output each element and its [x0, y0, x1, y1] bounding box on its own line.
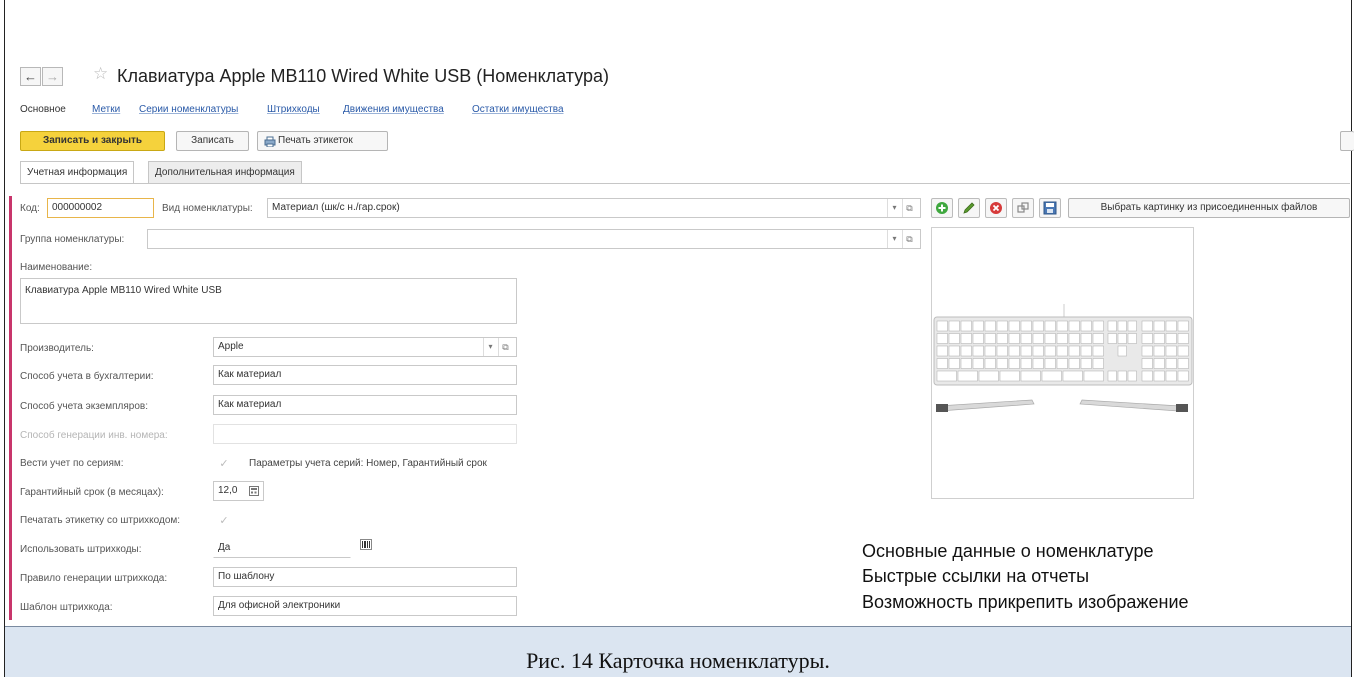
pick-picture-button[interactable]: Выбрать картинку из присоединенных файло…	[1068, 198, 1350, 218]
name-label: Наименование:	[20, 262, 93, 273]
warranty-value: 12,0	[218, 485, 238, 496]
barcode-icon[interactable]	[360, 539, 372, 550]
warranty-label: Гарантийный срок (в месяцах):	[20, 487, 164, 498]
series-params-text: Параметры учета серий: Номер, Гарантийны…	[249, 458, 487, 469]
figure-caption: Рис. 14 Карточка номенклатуры.	[526, 648, 830, 673]
delete-circle-icon	[990, 202, 1002, 214]
instances-label: Способ учета экземпляров:	[20, 401, 149, 412]
printer-icon	[264, 136, 276, 147]
kind-dropdown-icon[interactable]: ▾	[887, 199, 901, 217]
nav-link-tags[interactable]: Метки	[92, 104, 120, 115]
tab-accounting-info[interactable]: Учетная информация	[20, 161, 135, 183]
series-label: Вести учет по сериям:	[20, 458, 124, 469]
group-open-icon[interactable]: ⧉	[902, 230, 916, 248]
use-barcodes-field[interactable]: Да	[213, 538, 351, 558]
barcode-rule-label: Правило генерации штрихкода:	[20, 573, 168, 584]
tab-additional-info[interactable]: Дополнительная информация	[148, 161, 302, 183]
barcode-rule-field[interactable]: По шаблону	[213, 567, 517, 587]
keyboard-keys	[936, 320, 1189, 382]
group-field[interactable]	[147, 229, 921, 249]
tab-divider	[20, 183, 1350, 184]
delete-picture-button[interactable]	[985, 198, 1007, 218]
barcode-template-label: Шаблон штрихкода:	[20, 602, 113, 613]
manufacturer-open-icon[interactable]: ⧉	[498, 338, 512, 356]
link-icon	[1017, 202, 1029, 213]
series-checkbox[interactable]: ✓	[218, 458, 230, 470]
forward-arrow-icon: →	[46, 69, 59, 84]
kind-value: Материал (шк/с н./гар.срок)	[272, 202, 400, 213]
nav-link-series[interactable]: Серии номенклатуры	[139, 104, 238, 115]
kind-label: Вид номенклатуры:	[162, 203, 253, 214]
manufacturer-label: Производитель:	[20, 343, 94, 354]
forward-button[interactable]: →	[42, 67, 63, 86]
kind-open-icon[interactable]: ⧉	[902, 199, 916, 217]
barcode-template-field[interactable]: Для офисной электроники	[213, 596, 517, 616]
save-and-close-button[interactable]: Записать и закрыть	[20, 131, 165, 151]
name-textarea[interactable]: Клавиатура Apple MB110 Wired White USB	[20, 278, 517, 324]
manufacturer-field[interactable]: Apple	[213, 337, 517, 357]
open-picture-button[interactable]	[1012, 198, 1034, 218]
save-picture-button[interactable]	[1039, 198, 1061, 218]
page-title: Клавиатура Apple MB110 Wired White USB (…	[117, 66, 610, 86]
inv-gen-label: Способ генерации инв. номера:	[20, 430, 168, 441]
figure-caption-bar: Рис. 14 Карточка номенклатуры.	[5, 626, 1351, 677]
edit-picture-button[interactable]	[958, 198, 980, 218]
nav-link-movements[interactable]: Движения имущества	[343, 104, 444, 115]
plus-circle-icon	[936, 202, 948, 214]
kind-field[interactable]: Материал (шк/с н./гар.срок)	[267, 198, 921, 218]
print-labels-button[interactable]: Печать этикеток	[257, 131, 388, 151]
back-button[interactable]: ←	[20, 67, 41, 86]
note-basic-data: Основные данные о номенклатуре	[862, 541, 1154, 561]
code-label: Код:	[20, 203, 40, 214]
nav-link-balances[interactable]: Остатки имущества	[472, 104, 564, 115]
use-barcodes-label: Использовать штрихкоды:	[20, 544, 142, 555]
note-attach-image: Возможность прикрепить изображение	[862, 592, 1189, 612]
accounting-field[interactable]: Как материал	[213, 365, 517, 385]
add-picture-button[interactable]	[931, 198, 953, 218]
inv-gen-field	[213, 424, 517, 444]
nav-link-main[interactable]: Основное	[20, 104, 66, 115]
back-arrow-icon: ←	[24, 69, 37, 84]
more-button[interactable]	[1340, 131, 1354, 151]
star-icon[interactable]: ☆	[93, 64, 108, 84]
manufacturer-dropdown-icon[interactable]: ▾	[483, 338, 497, 356]
print-barcode-label: Печатать этикетку со штрихкодом:	[20, 515, 181, 526]
required-indicator-bar	[9, 196, 12, 620]
print-labels-label: Печать этикеток	[278, 135, 353, 146]
accounting-label: Способ учета в бухгалтерии:	[20, 371, 154, 382]
instances-field[interactable]: Как материал	[213, 395, 517, 415]
group-label: Группа номенклатуры:	[20, 234, 125, 245]
floppy-disk-icon	[1043, 201, 1057, 215]
code-field[interactable]: 000000002	[47, 198, 154, 218]
note-quick-links: Быстрые ссылки на отчеты	[862, 566, 1090, 586]
calculator-icon[interactable]	[249, 486, 259, 496]
print-barcode-checkbox[interactable]: ✓	[218, 515, 230, 527]
pencil-icon	[963, 202, 975, 214]
group-dropdown-icon[interactable]: ▾	[887, 230, 901, 248]
keyboard-image	[933, 304, 1193, 412]
save-button[interactable]: Записать	[176, 131, 249, 151]
nav-link-barcodes[interactable]: Штрихкоды	[267, 104, 320, 115]
product-picture[interactable]	[931, 227, 1194, 499]
